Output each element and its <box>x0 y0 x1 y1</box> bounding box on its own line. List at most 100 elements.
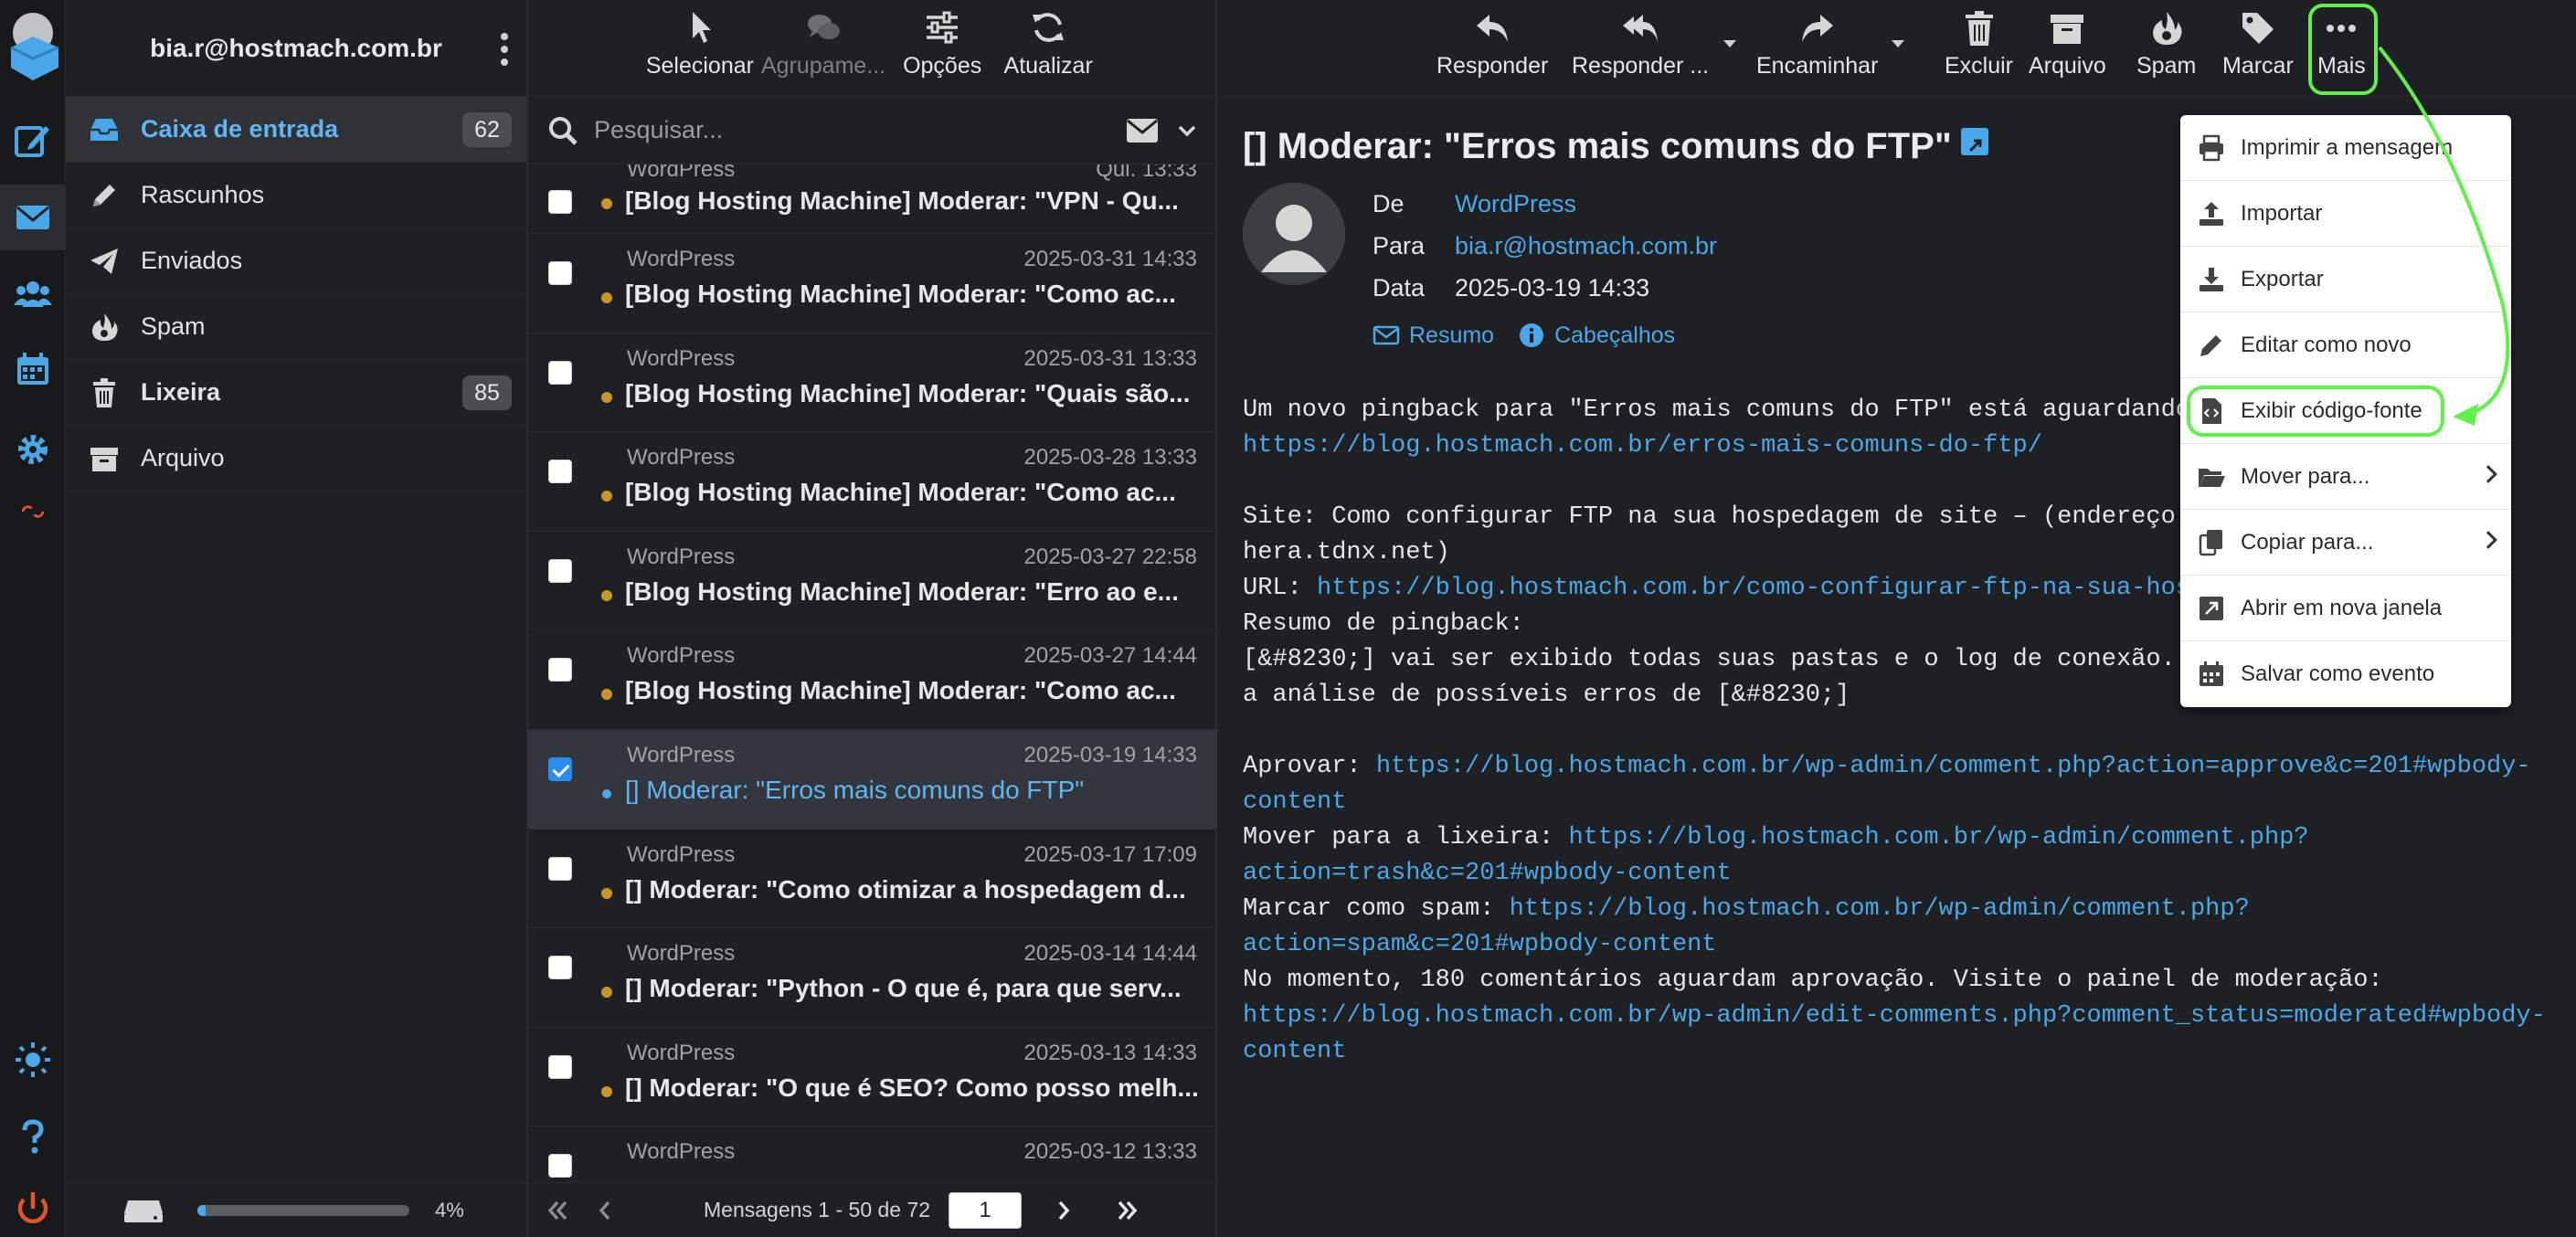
spam-label: Spam <box>2136 53 2197 79</box>
message-row[interactable]: WordPress 2025-03-31 14:33 [Blog Hosting M… <box>528 234 1217 333</box>
mail-icon[interactable] <box>0 185 66 250</box>
folder-archive[interactable]: Arquivo <box>66 426 526 492</box>
message-list-panel: Selecionar Agrupame... Opções Atualizar … <box>528 0 1217 1237</box>
contacts-icon[interactable] <box>0 261 66 327</box>
menu-item-open-new-window[interactable]: Abrir em nova janela <box>2180 576 2511 641</box>
body-link[interactable]: https://blog.hostmach.com.br/wp-admin/co… <box>1568 824 2308 851</box>
row-checkbox[interactable] <box>548 190 572 214</box>
caret-down-icon <box>1723 40 1736 48</box>
group-thread-button[interactable]: Agrupame... <box>761 9 885 96</box>
body-link[interactable]: content <box>1243 785 2559 820</box>
folder-panel: bia.r@hostmach.com.br Caixa de entrada 6… <box>66 0 528 1237</box>
spam-button[interactable]: Spam <box>2136 9 2196 79</box>
compose-icon[interactable] <box>0 108 66 174</box>
download-icon <box>2200 267 2223 291</box>
menu-item-save-as-event[interactable]: Salvar como evento <box>2180 641 2511 707</box>
first-page-icon[interactable] <box>541 1194 574 1227</box>
chat-bubbles-icon <box>808 15 841 39</box>
message-row[interactable]: WordPress Qui. 13:33 [Blog Hosting Machine… <box>528 164 1217 234</box>
row-checkbox[interactable] <box>548 460 572 484</box>
row-checkbox[interactable] <box>548 956 572 980</box>
menu-item-import[interactable]: Importar <box>2180 181 2511 247</box>
row-checkbox[interactable] <box>548 856 572 881</box>
body-link[interactable]: content <box>1243 1034 2559 1070</box>
previous-page-icon[interactable] <box>588 1194 621 1227</box>
next-page-icon[interactable] <box>1047 1194 1080 1227</box>
printer-icon <box>2200 134 2223 161</box>
row-checkbox[interactable] <box>548 558 572 583</box>
account-menu-icon[interactable] <box>499 33 510 66</box>
body-link[interactable]: https://blog.hostmach.com.br/wp-admin/ed… <box>1243 999 2559 1034</box>
theme-toggle-icon[interactable] <box>0 1027 66 1093</box>
body-link[interactable]: https://blog.hostmach.com.br/wp-admin/co… <box>1376 753 2531 780</box>
message-sender: WordPress <box>627 445 736 470</box>
folder-label: Rascunhos <box>141 181 265 208</box>
message-subject: [Blog Hosting Machine] Moderar: "VPN - Q… <box>625 186 1179 215</box>
reply-button[interactable]: Responder <box>1436 9 1548 79</box>
envelope-icon[interactable] <box>1126 117 1159 144</box>
row-checkbox[interactable] <box>548 658 572 682</box>
chevron-down-icon[interactable] <box>1177 121 1197 141</box>
from-value[interactable]: WordPress <box>1455 190 1576 217</box>
paper-plane-icon <box>86 243 122 280</box>
message-row[interactable]: WordPress 2025-03-17 17:09 [] Moderar: "Co… <box>528 830 1217 929</box>
menu-item-copy-to[interactable]: Copiar para... <box>2180 510 2511 576</box>
menu-item-move-to[interactable]: Mover para... <box>2180 444 2511 510</box>
folder-drafts[interactable]: Rascunhos <box>66 163 526 228</box>
open-external-icon[interactable] <box>1960 128 1988 155</box>
storage-quota: 4% <box>66 1182 528 1237</box>
sender-avatar <box>1243 183 1345 285</box>
trash-icon <box>1965 11 1993 46</box>
row-checkbox[interactable] <box>548 360 572 385</box>
row-checkbox[interactable] <box>548 756 572 781</box>
settings-gear-icon[interactable] <box>0 417 66 482</box>
options-button[interactable]: Opções <box>893 9 991 96</box>
refresh-button[interactable]: Atualizar <box>999 9 1097 96</box>
reply-all-button[interactable]: Responder ... <box>1572 9 1709 79</box>
unread-dot <box>601 391 612 403</box>
forward-button[interactable]: Encaminhar <box>1756 9 1878 79</box>
logout-power-icon[interactable] <box>0 1180 66 1237</box>
mark-button[interactable]: Marcar <box>2222 9 2294 79</box>
select-button[interactable]: Selecionar <box>646 9 754 96</box>
menu-item-export[interactable]: Exportar <box>2180 247 2511 312</box>
body-link[interactable]: https://blog.hostmach.com.br/wp-admin/co… <box>1510 895 2250 923</box>
message-row[interactable]: WordPress 2025-03-27 22:58 [Blog Hosting M… <box>528 532 1217 631</box>
delete-button[interactable]: Excluir <box>1945 9 2013 79</box>
message-row[interactable]: WordPress 2025-03-14 14:44 [] Moderar: "Py… <box>528 928 1217 1028</box>
folder-inbox[interactable]: Caixa de entrada 62 <box>66 97 526 163</box>
archive-button[interactable]: Arquivo <box>2029 9 2106 79</box>
message-row[interactable]: WordPress 2025-03-27 14:44 [Blog Hosting M… <box>528 630 1217 730</box>
folder-sent[interactable]: Enviados <box>66 228 526 294</box>
body-link[interactable]: action=spam&c=201#wpbody-content <box>1243 927 2559 963</box>
page-number-input[interactable] <box>949 1191 1022 1229</box>
message-date: 2025-03-12 13:33 <box>1023 1139 1198 1165</box>
folder-spam[interactable]: Spam <box>66 294 526 360</box>
cpanel-icon[interactable] <box>0 479 66 544</box>
menu-item-print[interactable]: Imprimir a mensagem <box>2180 115 2511 181</box>
row-checkbox[interactable] <box>548 1054 572 1079</box>
summary-link[interactable]: Resumo <box>1373 322 1494 349</box>
message-row[interactable]: WordPress 2025-03-31 13:33 [Blog Hosting M… <box>528 333 1217 433</box>
calendar-icon[interactable] <box>0 336 66 402</box>
last-page-icon[interactable] <box>1111 1194 1144 1227</box>
row-checkbox[interactable] <box>548 261 572 285</box>
folder-trash[interactable]: Lixeira 85 <box>66 360 526 426</box>
message-row[interactable]: WordPress 2025-03-13 14:33 [] Moderar: "O … <box>528 1028 1217 1127</box>
hard-drive-icon <box>124 1200 163 1222</box>
message-row[interactable]: WordPress 2025-03-28 13:33 [Blog Hosting M… <box>528 432 1217 532</box>
menu-item-edit-as-new[interactable]: Editar como novo <box>2180 312 2511 378</box>
body-link[interactable]: https://blog.hostmach.com.br/como-config… <box>1317 575 2220 602</box>
message-date: 2025-03-31 14:33 <box>1023 247 1198 271</box>
options-label: Opções <box>903 53 982 79</box>
quota-percent: 4% <box>435 1198 464 1221</box>
message-date: 2025-03-31 13:33 <box>1023 345 1198 371</box>
help-icon[interactable] <box>0 1104 66 1169</box>
headers-link[interactable]: Cabeçalhos <box>1518 322 1675 349</box>
search-input[interactable] <box>594 116 1087 144</box>
message-row[interactable]: WordPress 2025-03-19 14:33 [] Moderar: "Er… <box>528 729 1217 830</box>
row-checkbox[interactable] <box>548 1154 572 1179</box>
body-link[interactable]: action=trash&c=201#wpbody-content <box>1243 856 2559 892</box>
message-row[interactable]: WordPress 2025-03-12 13:33 <box>528 1126 1217 1182</box>
to-value[interactable]: bia.r@hostmach.com.br <box>1455 232 1717 259</box>
